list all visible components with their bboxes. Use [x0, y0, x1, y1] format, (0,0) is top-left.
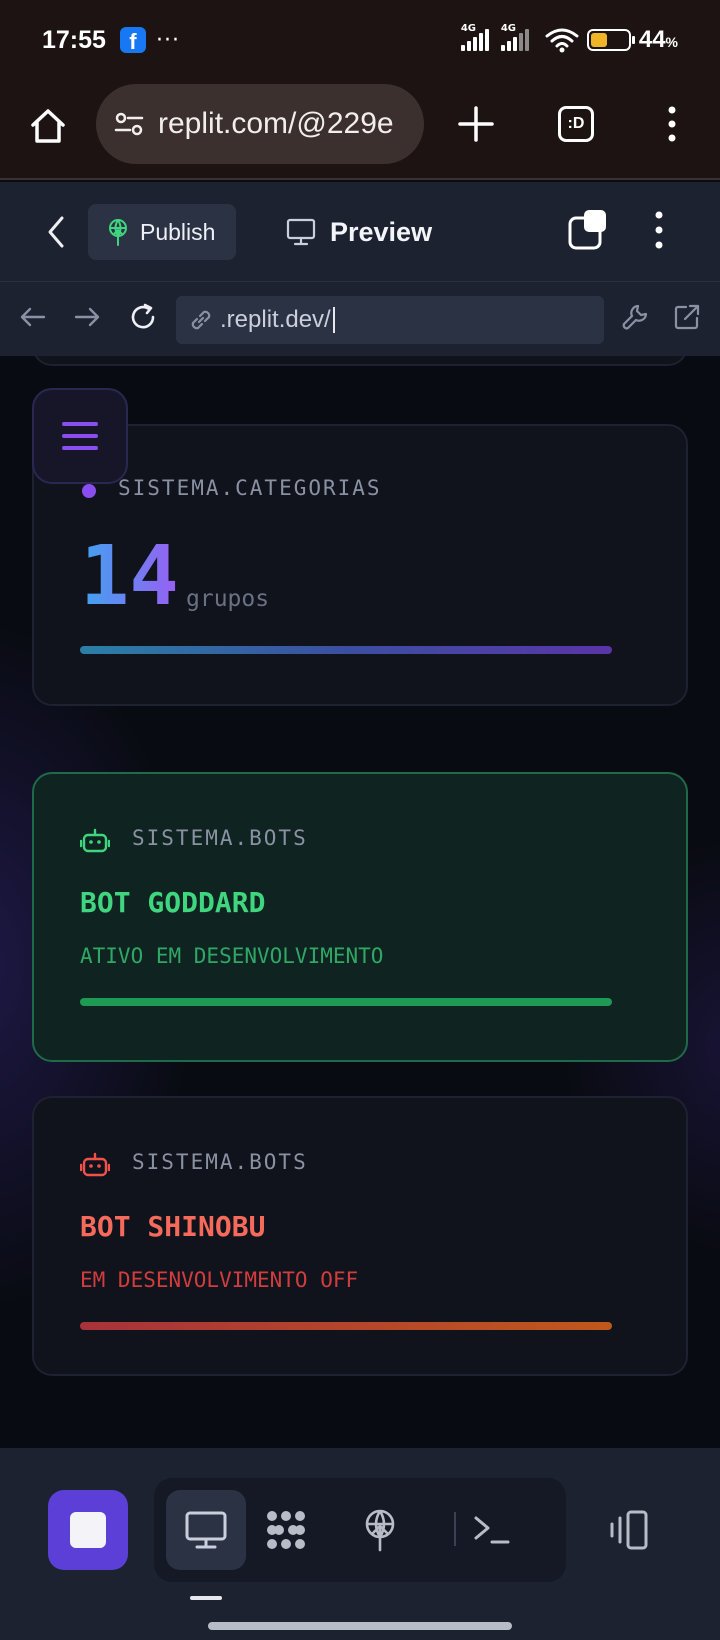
hamburger-menu-button[interactable]	[32, 388, 128, 484]
hamburger-icon	[62, 422, 98, 426]
text-cursor	[332, 307, 335, 333]
webview-url-text: .replit.dev/	[220, 306, 331, 333]
switch-panes-icon[interactable]	[608, 1508, 652, 1552]
bot-system-label: SISTEMA.BOTS	[132, 826, 308, 850]
previous-card	[32, 356, 688, 366]
home-icon[interactable]	[28, 106, 68, 146]
webview-url-field[interactable]: .replit.dev/	[176, 296, 604, 344]
battery-icon	[586, 29, 635, 51]
bot-status: EM DESENVOLVIMENTO OFF	[80, 1268, 359, 1292]
open-external-icon[interactable]	[672, 302, 702, 332]
bot-name: BOT GODDARD	[80, 886, 266, 919]
publish-button[interactable]: Publish	[88, 204, 236, 260]
categories-card: SISTEMA.CATEGORIAS 14 grupos	[32, 424, 688, 706]
monitor-icon	[286, 218, 316, 246]
web-content: SISTEMA.CATEGORIAS 14 grupos SISTEMA.BOT…	[0, 356, 720, 1448]
link-icon	[191, 310, 211, 330]
wifi-icon	[545, 28, 579, 53]
bot-card-goddard: SISTEMA.BOTS BOT GODDARD ATIVO EM DESENV…	[32, 772, 688, 1062]
publish-label: Publish	[140, 218, 216, 245]
pane-switcher	[154, 1478, 566, 1582]
monitor-icon	[185, 1511, 227, 1549]
more-notifications-icon: ···	[155, 27, 180, 53]
categories-unit: grupos	[186, 586, 270, 612]
nav-forward-icon[interactable]	[72, 302, 102, 332]
status-dot-icon	[82, 484, 96, 498]
toolbar-divider	[454, 1512, 456, 1546]
address-bar[interactable]: replit.com/@229e	[96, 84, 424, 164]
shell-prompt-icon[interactable]	[470, 1508, 514, 1552]
gesture-bar[interactable]	[208, 1622, 512, 1630]
devtools-wrench-icon[interactable]	[620, 302, 650, 332]
bot-status: ATIVO EM DESENVOLVIMENTO	[80, 944, 384, 968]
split-pane-icon[interactable]	[568, 210, 608, 250]
stop-button[interactable]	[48, 1490, 128, 1570]
preview-tab[interactable]: Preview	[286, 204, 432, 260]
browser-menu-icon[interactable]	[664, 104, 680, 144]
status-time: 17:55	[42, 25, 106, 54]
battery-percent: 44%	[638, 26, 678, 53]
preview-label: Preview	[330, 216, 433, 247]
categories-count: 14	[80, 529, 179, 624]
bot-system-label: SISTEMA.BOTS	[132, 1150, 308, 1174]
cell-signal-icon-2: 4G	[500, 23, 537, 51]
tab-switcher-button[interactable]: :D	[558, 106, 594, 142]
agent-icon[interactable]	[264, 1508, 308, 1552]
publish-globe-icon	[109, 219, 127, 246]
bot-status-bar	[80, 1322, 612, 1330]
reload-icon[interactable]	[128, 302, 158, 332]
back-chevron-icon[interactable]	[44, 214, 68, 250]
stop-icon	[70, 1512, 106, 1548]
replit-toolbar: Publish Preview	[0, 182, 720, 282]
address-bar-url: replit.com/@229e	[158, 107, 394, 140]
bot-status-bar	[80, 998, 612, 1006]
replit-bottom-toolbar	[0, 1448, 720, 1640]
robot-icon	[80, 1152, 110, 1177]
drawer-handle[interactable]	[190, 1596, 222, 1600]
site-settings-icon[interactable]	[114, 109, 144, 139]
deploy-globe-icon[interactable]	[358, 1508, 402, 1552]
webview-nav: .replit.dev/	[0, 282, 720, 356]
browser-toolbar: replit.com/@229e :D	[0, 80, 720, 180]
categories-label: SISTEMA.CATEGORIAS	[118, 476, 382, 500]
bot-name: BOT SHINOBU	[80, 1210, 266, 1243]
new-tab-icon[interactable]	[456, 104, 496, 144]
bot-card-shinobu: SISTEMA.BOTS BOT SHINOBU EM DESENVOLVIME…	[32, 1096, 688, 1376]
status-bar: 17:55 f ··· 4G 4G 44%	[0, 0, 720, 80]
preview-pane-tab[interactable]	[166, 1490, 246, 1570]
cell-signal-icon: 4G	[460, 23, 493, 51]
nav-back-icon[interactable]	[18, 302, 48, 332]
replit-more-icon[interactable]	[654, 210, 664, 250]
robot-icon	[80, 828, 110, 853]
categories-progress-bar	[80, 646, 612, 654]
facebook-notification-icon: f	[119, 27, 146, 53]
